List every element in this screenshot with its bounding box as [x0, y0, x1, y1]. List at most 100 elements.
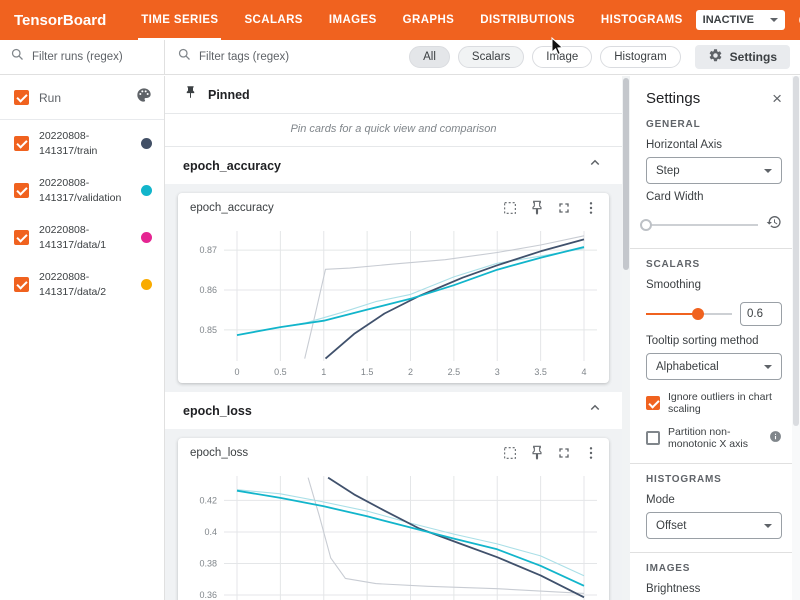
- reset-icon[interactable]: [766, 214, 782, 235]
- fullscreen-icon[interactable]: [552, 441, 576, 465]
- brightness-label: Brightness: [646, 583, 782, 595]
- palette-icon[interactable]: [136, 87, 152, 108]
- content-area: Run 20220808-141317/train 20220808-14131…: [0, 76, 800, 600]
- run-row-validation[interactable]: 20220808-141317/validation: [0, 167, 164, 214]
- tab-distributions[interactable]: DISTRIBUTIONS: [467, 0, 588, 40]
- pin-card-icon[interactable]: [525, 441, 549, 465]
- run-name: 20220808-141317/data/2: [39, 270, 131, 299]
- card-toolbar: [498, 441, 603, 465]
- more-options-icon[interactable]: [579, 196, 603, 220]
- tab-scalars[interactable]: SCALARS: [231, 0, 315, 40]
- tab-time-series[interactable]: TIME SERIES: [128, 0, 231, 40]
- run-color-dot: [141, 279, 152, 290]
- card-region: epoch_loss: [165, 429, 622, 600]
- scrollbar-thumb[interactable]: [793, 76, 799, 426]
- svg-text:3.5: 3.5: [534, 367, 547, 377]
- svg-text:2.5: 2.5: [448, 367, 461, 377]
- fit-to-domain-icon[interactable]: [498, 441, 522, 465]
- ignore-outliers-checkbox[interactable]: [646, 396, 660, 410]
- settings-panel-title: Settings: [646, 90, 700, 107]
- svg-text:0.4: 0.4: [204, 527, 217, 537]
- smoothing-label: Smoothing: [646, 279, 782, 291]
- scrollbar-thumb[interactable]: [623, 78, 629, 270]
- card-width-label: Card Width: [646, 191, 782, 203]
- tab-graphs[interactable]: GRAPHS: [390, 0, 468, 40]
- section-title: epoch_accuracy: [183, 159, 281, 173]
- smoothing-value-input[interactable]: [740, 302, 782, 326]
- more-options-icon[interactable]: [579, 441, 603, 465]
- slider-thumb[interactable]: [640, 219, 652, 231]
- tab-histograms[interactable]: HISTOGRAMS: [588, 0, 696, 40]
- section-header-epoch-accuracy[interactable]: epoch_accuracy: [165, 147, 622, 184]
- card-header: epoch_accuracy: [178, 193, 609, 223]
- section-label-general: GENERAL: [646, 119, 782, 130]
- run-name: 20220808-141317/train: [39, 129, 131, 158]
- chevron-up-icon[interactable]: [586, 399, 604, 422]
- runs-filter-input[interactable]: [32, 51, 154, 63]
- run-name: 20220808-141317/data/1: [39, 223, 131, 252]
- svg-text:0.87: 0.87: [199, 245, 217, 255]
- reload-status-dropdown[interactable]: INACTIVE: [696, 10, 785, 30]
- runs-sidebar: Run 20220808-141317/train 20220808-14131…: [0, 76, 165, 600]
- caret-down-icon: [770, 18, 778, 22]
- select-all-runs-checkbox[interactable]: [14, 90, 29, 105]
- svg-text:0.42: 0.42: [199, 495, 217, 505]
- histogram-mode-dropdown[interactable]: Offset: [646, 512, 782, 539]
- runs-column-header: Run: [39, 91, 126, 105]
- run-color-dot: [141, 232, 152, 243]
- run-checkbox[interactable]: [14, 277, 29, 292]
- epoch-accuracy-chart[interactable]: 00.511.522.533.540.850.860.87: [178, 223, 609, 383]
- search-icon: [177, 47, 192, 67]
- smoothing-slider[interactable]: [646, 307, 732, 321]
- run-name: 20220808-141317/validation: [39, 176, 131, 205]
- run-row-data-2[interactable]: 20220808-141317/data/2: [0, 261, 164, 308]
- caret-down-icon: [764, 524, 772, 528]
- run-row-data-1[interactable]: 20220808-141317/data/1: [0, 214, 164, 261]
- fullscreen-icon[interactable]: [552, 196, 576, 220]
- pin-card-icon[interactable]: [525, 196, 549, 220]
- svg-text:1.5: 1.5: [361, 367, 374, 377]
- chip-scalars[interactable]: Scalars: [458, 46, 524, 68]
- partition-x-axis-checkbox[interactable]: [646, 431, 660, 445]
- main-scrollbar[interactable]: [622, 76, 630, 600]
- fit-to-domain-icon[interactable]: [498, 196, 522, 220]
- section-header-epoch-loss[interactable]: epoch_loss: [165, 392, 622, 429]
- pinned-hint-text: Pin cards for a quick view and compariso…: [165, 114, 622, 147]
- slider-thumb[interactable]: [692, 308, 704, 320]
- tooltip-sorting-value: Alphabetical: [656, 361, 719, 373]
- svg-text:0.86: 0.86: [199, 285, 217, 295]
- chip-image[interactable]: Image: [532, 46, 592, 68]
- section-label-histograms: HISTOGRAMS: [646, 474, 782, 485]
- chevron-up-icon[interactable]: [586, 154, 604, 177]
- epoch-loss-chart[interactable]: 00.511.522.533.540.420.40.380.36: [178, 468, 609, 600]
- card-header: epoch_loss: [178, 438, 609, 468]
- runs-header-row: Run: [0, 76, 164, 120]
- run-checkbox[interactable]: [14, 136, 29, 151]
- runs-filter-box: [0, 40, 165, 74]
- reload-status-value: INACTIVE: [703, 14, 754, 26]
- tab-images[interactable]: IMAGES: [316, 0, 390, 40]
- push-pin-icon: [183, 85, 198, 105]
- search-icon: [10, 47, 25, 67]
- run-checkbox[interactable]: [14, 183, 29, 198]
- horizontal-axis-dropdown[interactable]: Step: [646, 157, 782, 184]
- close-icon[interactable]: ×: [772, 90, 782, 107]
- chip-histogram[interactable]: Histogram: [600, 46, 680, 68]
- chip-all[interactable]: All: [409, 46, 450, 68]
- pinned-title: Pinned: [208, 88, 250, 102]
- card-width-slider[interactable]: [646, 218, 758, 232]
- run-row-train[interactable]: 20220808-141317/train: [0, 120, 164, 167]
- run-checkbox[interactable]: [14, 230, 29, 245]
- tags-filter-input[interactable]: [199, 51, 397, 63]
- theme-toggle-icon[interactable]: [796, 10, 800, 30]
- svg-text:3: 3: [495, 367, 500, 377]
- scalar-card-epoch-accuracy: epoch_accuracy: [178, 193, 609, 383]
- settings-toggle-button[interactable]: Settings: [695, 45, 790, 69]
- svg-text:2: 2: [408, 367, 413, 377]
- pinned-section-header: Pinned: [165, 76, 630, 114]
- info-icon[interactable]: [769, 430, 782, 446]
- tooltip-sorting-dropdown[interactable]: Alphabetical: [646, 353, 782, 380]
- settings-scrollbar[interactable]: [792, 76, 800, 600]
- card-title: epoch_accuracy: [190, 202, 498, 214]
- settings-panel: Settings × GENERAL Horizontal Axis Step …: [630, 76, 800, 600]
